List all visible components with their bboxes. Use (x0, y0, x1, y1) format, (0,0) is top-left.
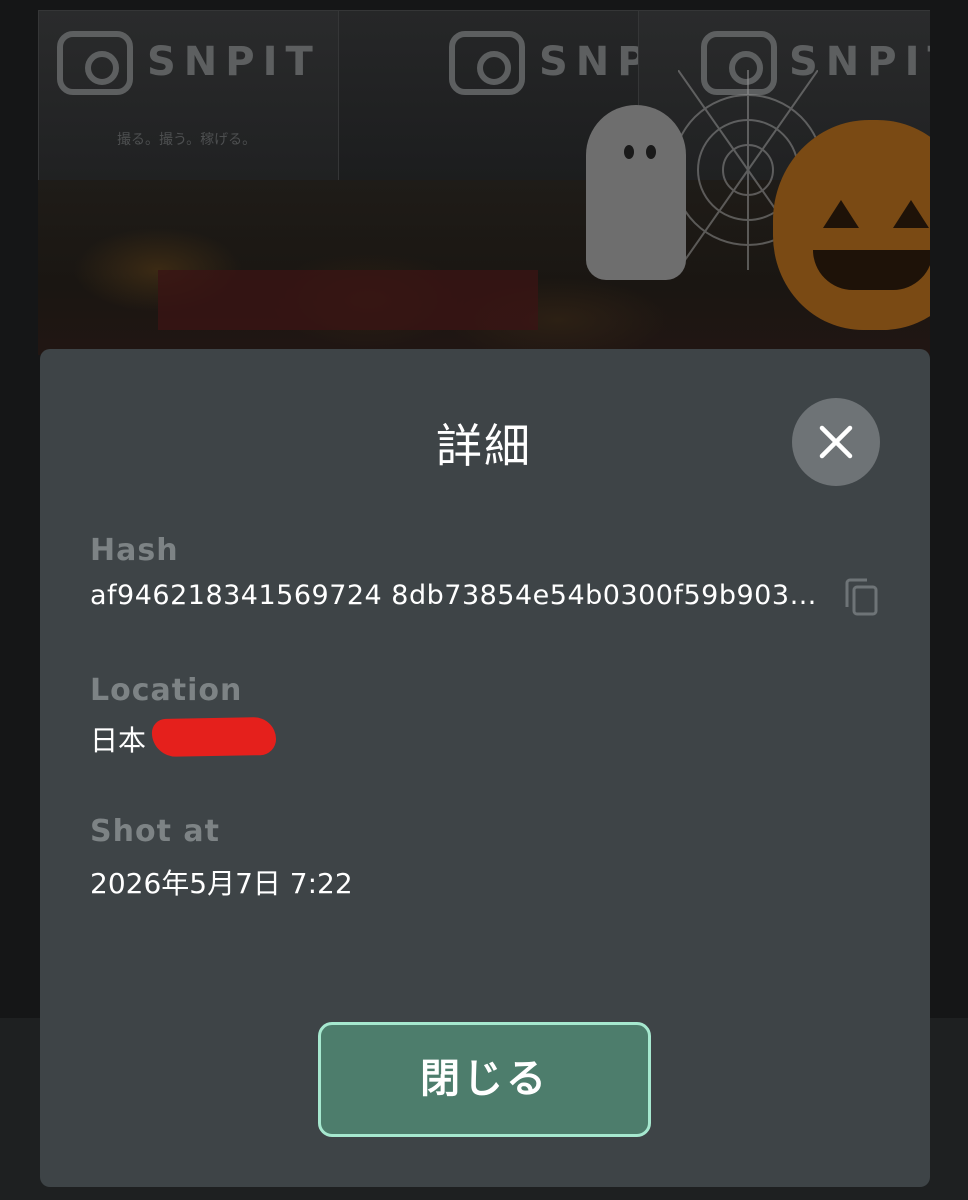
brand-tagline: 撮る。撮う。稼げる。 (117, 132, 257, 148)
shot-at-label: Shot at (90, 814, 220, 849)
close-modal-button[interactable] (792, 398, 880, 486)
hash-value: af946218341569724 8db73854e54b0300f59b90… (90, 580, 820, 611)
background-photo: SNPIT 撮る。撮う。稼げる。 SNPIT SNPIT (38, 10, 930, 355)
red-cloth (158, 270, 538, 330)
location-value: 日本 (90, 724, 147, 757)
brand-logo-icon (449, 31, 525, 95)
copy-icon[interactable] (843, 577, 879, 617)
shot-at-value: 2026年5月7日 7:22 (90, 867, 353, 900)
close-icon (819, 425, 853, 459)
banner: SNPIT 撮る。撮う。稼げる。 (38, 10, 340, 182)
close-button[interactable]: 閉じる (318, 1022, 651, 1137)
ghost-decoration (586, 105, 686, 280)
location-label: Location (90, 673, 243, 708)
brand-logo-icon (57, 31, 133, 95)
screen: SNPIT 撮る。撮う。稼げる。 SNPIT SNPIT (0, 0, 968, 1200)
hash-label: Hash (90, 533, 179, 568)
redaction-mark (151, 716, 277, 758)
brand-text: SNPIT (147, 39, 321, 85)
